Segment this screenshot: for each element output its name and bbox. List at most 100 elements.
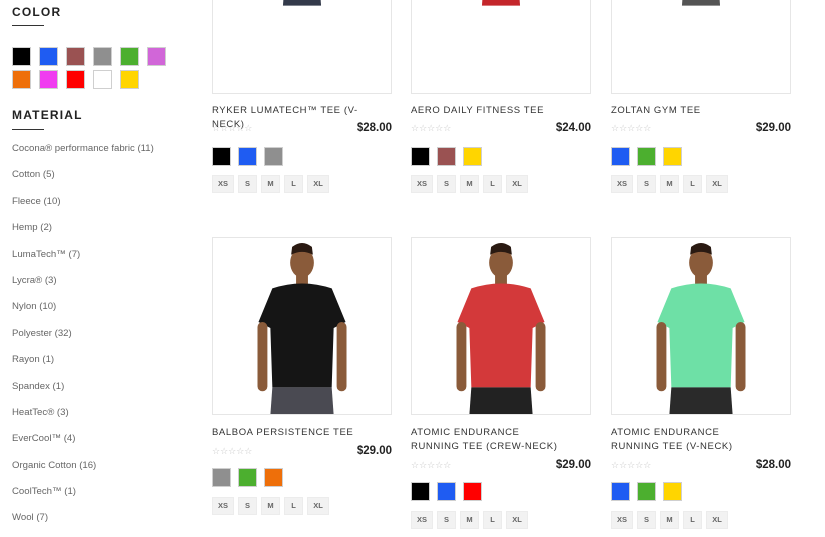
size-option-m[interactable]: M xyxy=(660,175,679,193)
product-name-link[interactable]: BALBOA PERSISTENCE TEE xyxy=(212,426,372,440)
product-name-link[interactable]: ZOLTAN GYM TEE xyxy=(611,104,771,118)
size-option-s[interactable]: S xyxy=(238,175,257,193)
model-right-arm xyxy=(735,322,746,392)
size-option-xs[interactable]: XS xyxy=(411,511,433,529)
size-option-xl[interactable]: XL xyxy=(307,175,329,193)
product-image[interactable] xyxy=(411,0,591,94)
product-color-swatch[interactable] xyxy=(611,482,630,501)
size-option-xl[interactable]: XL xyxy=(506,175,528,193)
model-shorts xyxy=(282,0,322,6)
size-option-m[interactable]: M xyxy=(261,175,280,193)
material-filter-option[interactable]: Hemp (2) xyxy=(12,222,187,248)
size-option-m[interactable]: M xyxy=(261,497,280,515)
model-shorts xyxy=(481,0,521,6)
material-filter-option[interactable]: EverCool™ (4) xyxy=(12,433,187,459)
model-illustration xyxy=(248,0,356,93)
size-option-s[interactable]: S xyxy=(437,511,456,529)
material-filter-option[interactable]: Cocona® performance fabric (11) xyxy=(12,143,187,169)
product-image[interactable] xyxy=(212,237,392,415)
product-color-swatch[interactable] xyxy=(212,468,231,487)
size-option-s[interactable]: S xyxy=(637,175,656,193)
size-option-l[interactable]: L xyxy=(284,497,303,515)
product-color-swatch[interactable] xyxy=(411,482,430,501)
product-image[interactable] xyxy=(611,237,791,415)
material-filter-option[interactable]: HeatTec® (3) xyxy=(12,407,187,433)
size-option-xl[interactable]: XL xyxy=(506,511,528,529)
size-option-xl[interactable]: XL xyxy=(706,511,728,529)
size-option-xs[interactable]: XS xyxy=(212,175,234,193)
material-filter-option[interactable]: Wool (7) xyxy=(12,512,187,537)
size-option-m[interactable]: M xyxy=(460,175,479,193)
product-color-swatch[interactable] xyxy=(463,147,482,166)
size-option-s[interactable]: S xyxy=(637,511,656,529)
color-swatch[interactable] xyxy=(12,47,31,66)
color-swatch[interactable] xyxy=(93,70,112,89)
model-right-arm xyxy=(535,322,546,392)
product-color-swatch[interactable] xyxy=(663,147,682,166)
size-option-xs[interactable]: XS xyxy=(611,175,633,193)
size-option-m[interactable]: M xyxy=(660,511,679,529)
material-filter-option[interactable]: Polyester (32) xyxy=(12,328,187,354)
model-illustration xyxy=(612,238,790,414)
material-filter-option[interactable]: Cotton (5) xyxy=(12,169,187,195)
color-swatch[interactable] xyxy=(12,70,31,89)
size-option-l[interactable]: L xyxy=(483,175,502,193)
material-filter-option[interactable]: Nylon (10) xyxy=(12,301,187,327)
product-color-swatch[interactable] xyxy=(238,147,257,166)
color-swatch[interactable] xyxy=(120,70,139,89)
color-swatch[interactable] xyxy=(66,70,85,89)
material-filter-option[interactable]: Organic Cotton (16) xyxy=(12,460,187,486)
product-price: $29.00 xyxy=(555,459,591,471)
material-filter-list: Cocona® performance fabric (11) Cotton (5… xyxy=(12,143,187,537)
size-option-l[interactable]: L xyxy=(284,175,303,193)
size-option-l[interactable]: L xyxy=(683,511,702,529)
product-name-link[interactable]: AERO DAILY FITNESS TEE xyxy=(411,104,571,118)
product-color-swatch[interactable] xyxy=(637,482,656,501)
product-color-swatch[interactable] xyxy=(264,147,283,166)
product-color-swatch[interactable] xyxy=(637,147,656,166)
product-color-swatch[interactable] xyxy=(212,147,231,166)
size-option-xs[interactable]: XS xyxy=(212,497,234,515)
color-swatch[interactable] xyxy=(93,47,112,66)
material-filter-option[interactable]: Lycra® (3) xyxy=(12,275,187,301)
color-title-rule xyxy=(12,25,44,26)
product-name-link[interactable]: ATOMIC ENDURANCE RUNNING TEE (V-NECK) xyxy=(611,426,771,454)
material-filter-option[interactable]: Spandex (1) xyxy=(12,381,187,407)
product-name-link[interactable]: ATOMIC ENDURANCE RUNNING TEE (CREW-NECK) xyxy=(411,426,571,454)
size-option-l[interactable]: L xyxy=(683,175,702,193)
size-option-s[interactable]: S xyxy=(238,497,257,515)
color-swatch[interactable] xyxy=(39,70,58,89)
product-color-swatch[interactable] xyxy=(411,147,430,166)
model-left-arm xyxy=(257,322,268,392)
size-option-s[interactable]: S xyxy=(437,175,456,193)
color-swatch[interactable] xyxy=(39,47,58,66)
product-image[interactable] xyxy=(611,0,791,94)
size-option-xs[interactable]: XS xyxy=(411,175,433,193)
size-option-xl[interactable]: XL xyxy=(706,175,728,193)
product-color-swatch[interactable] xyxy=(611,147,630,166)
product-color-swatch[interactable] xyxy=(264,468,283,487)
size-option-l[interactable]: L xyxy=(483,511,502,529)
material-filter-option[interactable]: Rayon (1) xyxy=(12,354,187,380)
product-color-swatch[interactable] xyxy=(238,468,257,487)
color-swatch[interactable] xyxy=(120,47,139,66)
filter-sidebar: COLOR MATERIAL Cocona® performance fabri… xyxy=(0,0,190,537)
color-swatch[interactable] xyxy=(147,47,166,66)
model-illustration xyxy=(213,238,391,414)
size-option-m[interactable]: M xyxy=(460,511,479,529)
material-filter-option[interactable]: CoolTech™ (1) xyxy=(12,486,187,512)
color-swatch[interactable] xyxy=(66,47,85,66)
rating-stars: ☆☆☆☆☆ xyxy=(611,460,652,470)
product-image[interactable] xyxy=(411,237,591,415)
product-color-swatch[interactable] xyxy=(437,482,456,501)
material-filter-option[interactable]: LumaTech™ (7) xyxy=(12,249,187,275)
model-shorts xyxy=(669,387,733,414)
product-image[interactable] xyxy=(212,0,392,94)
material-filter-option[interactable]: Fleece (10) xyxy=(12,196,187,222)
material-filter-title: MATERIAL xyxy=(12,108,83,122)
size-option-xs[interactable]: XS xyxy=(611,511,633,529)
size-option-xl[interactable]: XL xyxy=(307,497,329,515)
product-color-swatch[interactable] xyxy=(437,147,456,166)
product-color-swatch[interactable] xyxy=(463,482,482,501)
product-color-swatch[interactable] xyxy=(663,482,682,501)
